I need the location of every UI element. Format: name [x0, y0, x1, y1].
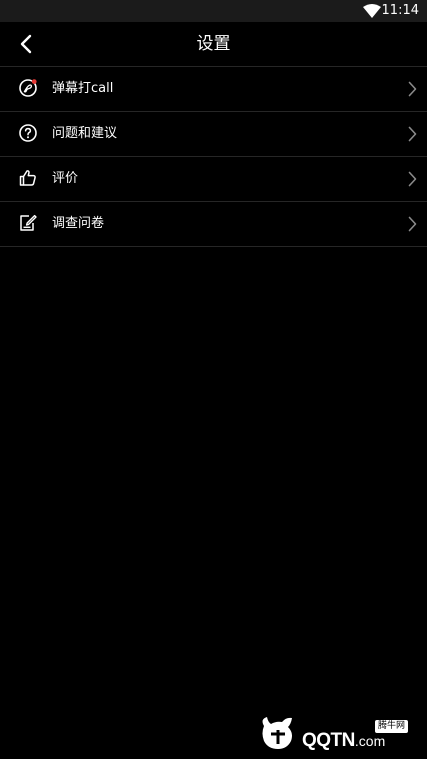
settings-item-danmaku-call[interactable]: 弹幕打call	[0, 67, 427, 112]
status-bar: 11:14	[0, 0, 427, 22]
watermark-brand: QQTN.com	[302, 730, 386, 751]
chevron-right-icon	[408, 171, 417, 187]
watermark: QQTN.com 腾牛网	[258, 714, 423, 754]
chevron-right-icon	[408, 126, 417, 142]
call-bubble-icon	[19, 79, 37, 97]
question-circle-icon	[19, 124, 37, 142]
chevron-right-icon	[408, 81, 417, 97]
wifi-icon	[363, 4, 381, 18]
settings-item-label: 调查问卷	[52, 216, 105, 231]
watermark-badge: 腾牛网	[375, 720, 409, 733]
settings-item-label: 弹幕打call	[52, 81, 114, 96]
app-bar: 设置	[0, 22, 427, 66]
qqtn-logo-icon	[262, 717, 292, 749]
settings-list: 弹幕打call 问题和建议 评价 调查问卷	[0, 67, 427, 247]
chevron-right-icon	[408, 216, 417, 232]
settings-item-rate[interactable]: 评价	[0, 157, 427, 202]
status-time: 11:14	[381, 3, 419, 18]
thumbs-up-icon	[19, 170, 36, 186]
edit-note-icon	[20, 214, 37, 231]
settings-item-feedback[interactable]: 问题和建议	[0, 112, 427, 157]
settings-item-label: 问题和建议	[52, 126, 118, 141]
settings-item-label: 评价	[52, 171, 79, 186]
settings-item-survey[interactable]: 调查问卷	[0, 202, 427, 247]
page-title: 设置	[196, 34, 231, 54]
